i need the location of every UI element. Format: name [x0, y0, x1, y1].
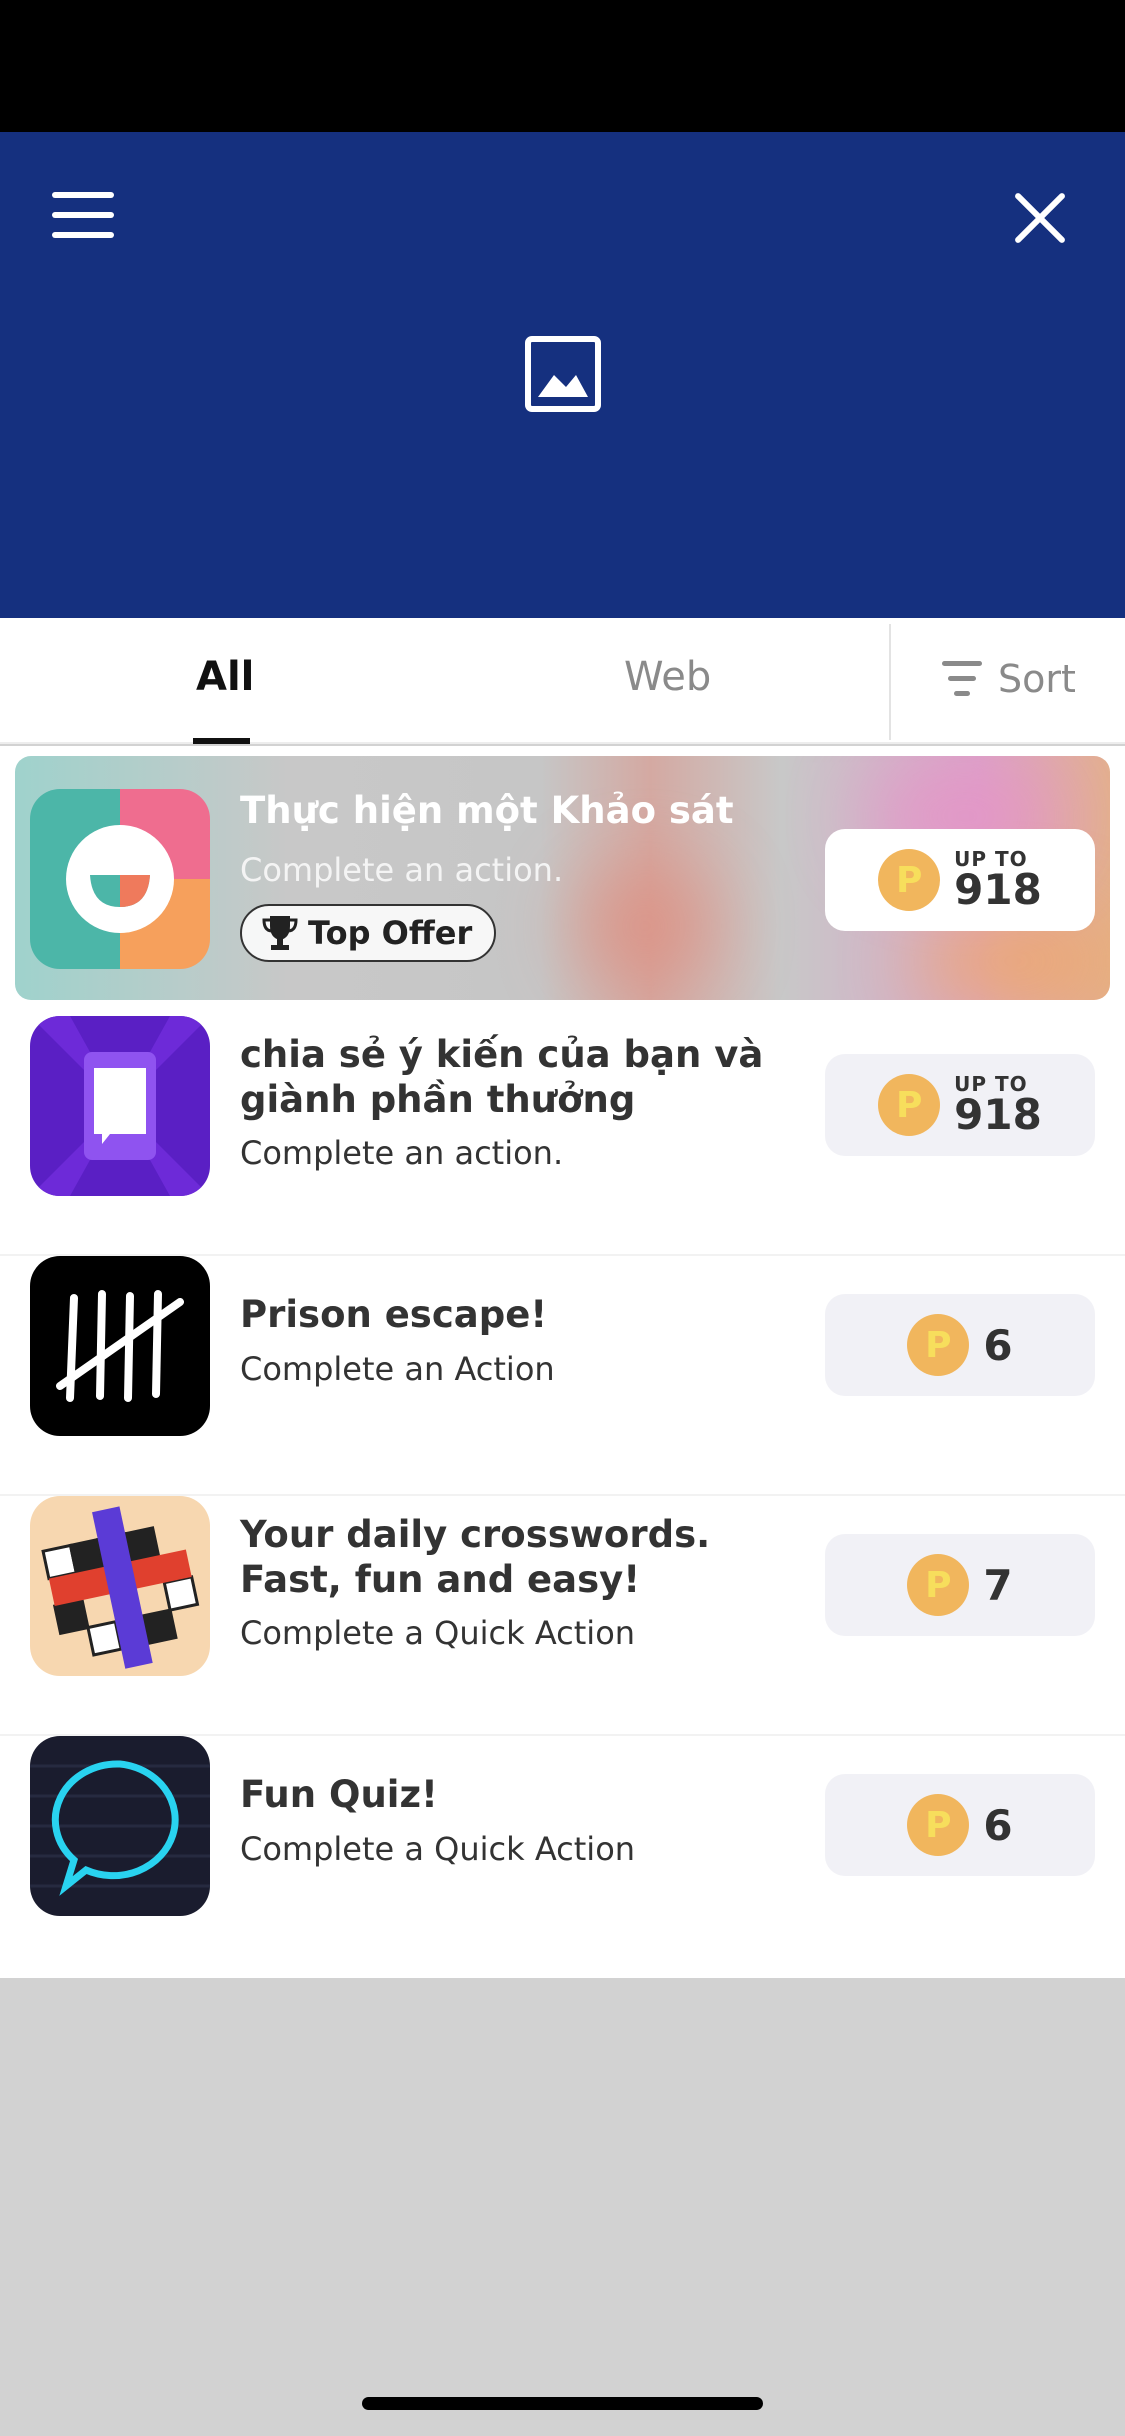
reward-value: 918	[954, 865, 1042, 914]
offer-title: chia sẻ ý kiến của bạn và giành phần thư…	[240, 1033, 764, 1121]
offer-item[interactable]: chia sẻ ý kiến của bạn và giành phần thư…	[0, 1016, 1125, 1256]
offer-item-top[interactable]: Thực hiện một Khảo sát Complete an actio…	[15, 756, 1110, 1000]
home-indicator	[362, 2397, 763, 2410]
quiz-bubble-icon	[30, 1736, 210, 1916]
offer-title: Fun Quiz!	[240, 1773, 438, 1816]
trophy-icon	[262, 916, 298, 950]
offer-item[interactable]: Fun Quiz! Complete a Quick Action P 6	[0, 1736, 1125, 1976]
survey-smile-icon	[30, 789, 210, 969]
offer-item[interactable]: Your daily crosswords. Fast, fun and eas…	[0, 1496, 1125, 1736]
reward-button[interactable]: P UP TO 918	[825, 829, 1095, 931]
offer-title: Prison escape!	[240, 1293, 548, 1336]
offer-subtitle: Complete a Quick Action	[240, 1614, 636, 1652]
hamburger-menu-icon[interactable]	[52, 192, 114, 238]
crossword-icon	[30, 1496, 210, 1676]
tab-divider	[889, 624, 891, 740]
phone-chat-icon	[30, 1016, 210, 1196]
reward-value: 6	[983, 1320, 1013, 1370]
header-banner	[0, 132, 1125, 618]
points-coin-icon: P	[907, 1314, 970, 1376]
tab-web[interactable]: Web	[624, 654, 711, 700]
offer-title: Your daily crosswords. Fast, fun and eas…	[240, 1513, 711, 1601]
reward-value: 6	[983, 1800, 1013, 1850]
reward-value: 918	[954, 1090, 1042, 1139]
reward-value: 7	[983, 1560, 1013, 1610]
points-coin-icon: P	[878, 849, 941, 911]
close-icon[interactable]	[1012, 190, 1068, 246]
sort-label: Sort	[998, 657, 1076, 701]
image-placeholder-icon	[525, 336, 601, 412]
offer-list: Thực hiện một Khảo sát Complete an actio…	[0, 746, 1125, 1978]
points-coin-icon: P	[878, 1074, 941, 1136]
reward-button[interactable]: P 7	[825, 1534, 1095, 1636]
offer-subtitle: Complete a Quick Action	[240, 1830, 636, 1868]
top-offer-label: Top Offer	[308, 914, 473, 952]
points-coin-icon: P	[907, 1554, 970, 1616]
reward-button[interactable]: P UP TO 918	[825, 1054, 1095, 1156]
top-offer-badge: Top Offer	[240, 904, 497, 962]
offer-title: Thực hiện một Khảo sát	[240, 789, 734, 832]
reward-button[interactable]: P 6	[825, 1774, 1095, 1876]
points-coin-icon: P	[907, 1794, 970, 1856]
tally-marks-icon	[30, 1256, 210, 1436]
tab-all-underline	[193, 738, 250, 744]
tab-all[interactable]: All	[196, 654, 254, 700]
offer-subtitle: Complete an Action	[240, 1350, 555, 1388]
status-bar	[0, 0, 1125, 132]
tab-bar: All Web Sort	[0, 618, 1125, 744]
reward-button[interactable]: P 6	[825, 1294, 1095, 1396]
offer-item[interactable]: Prison escape! Complete an Action P 6	[0, 1256, 1125, 1496]
offer-subtitle: Complete an action.	[240, 851, 564, 889]
offer-subtitle: Complete an action.	[240, 1134, 564, 1172]
sort-icon	[942, 661, 982, 697]
sort-button[interactable]: Sort	[942, 654, 1076, 704]
